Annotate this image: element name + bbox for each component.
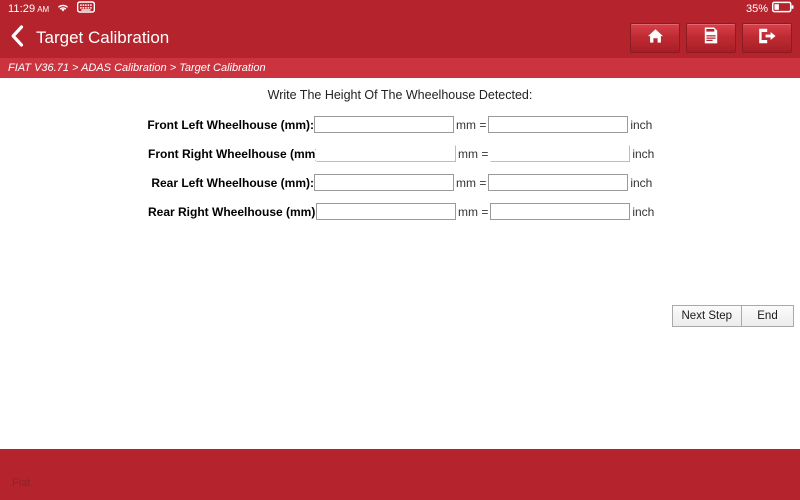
rear-right-label: Rear Right Wheelhouse (mm): <box>148 204 320 219</box>
keyboard-icon <box>77 0 96 18</box>
report-button[interactable] <box>686 23 736 53</box>
exit-button[interactable] <box>742 23 792 53</box>
rear-right-inch-unit: inch <box>632 204 655 219</box>
home-button[interactable] <box>630 23 680 53</box>
wheelhouse-form: Front Left Wheelhouse (mm): mm = inch Fr… <box>0 110 800 226</box>
front-left-mm-unit: mm = <box>456 117 487 132</box>
footer-bar: Fiat <box>0 449 800 500</box>
rear-left-mm-input[interactable] <box>314 174 454 191</box>
breadcrumb-text: FIAT V36.71 > ADAS Calibration > Target … <box>8 62 266 74</box>
next-step-button[interactable]: Next Step <box>671 305 742 327</box>
front-right-inch-unit: inch <box>632 146 655 161</box>
action-button-bar: Next Step End <box>671 305 794 327</box>
status-bar: 11:29 AM 35% <box>0 0 800 18</box>
front-right-mm-unit: mm = <box>458 146 489 161</box>
back-button[interactable] <box>0 18 34 58</box>
battery-percent-label: 35% <box>745 3 768 15</box>
chevron-left-icon <box>9 24 25 53</box>
rear-right-inch-input[interactable] <box>490 203 631 220</box>
rear-right-mm-input[interactable] <box>316 203 456 220</box>
table-row: Rear Right Wheelhouse (mm): mm = inch <box>0 197 800 226</box>
instruction-text: Write The Height Of The Wheelhouse Detec… <box>267 88 533 102</box>
status-time: 11:29 <box>8 3 36 15</box>
front-right-mm-input[interactable] <box>316 145 456 162</box>
front-right-label: Front Right Wheelhouse (mm): <box>148 146 324 161</box>
rear-left-mm-unit: mm = <box>456 175 487 190</box>
table-row: Front Right Wheelhouse (mm): mm = inch <box>0 139 800 168</box>
table-row: Rear Left Wheelhouse (mm): mm = inch <box>0 168 800 197</box>
status-clock: 11:29 AM <box>8 3 49 15</box>
front-left-inch-input[interactable] <box>488 116 629 133</box>
front-right-inch-input[interactable] <box>490 145 631 162</box>
status-bar-left: 11:29 AM <box>8 0 96 18</box>
rear-right-mm-unit: mm = <box>458 204 489 219</box>
rear-left-label: Rear Left Wheelhouse (mm): <box>151 175 314 190</box>
front-left-inch-unit: inch <box>630 117 653 132</box>
page-title: Target Calibration <box>36 28 170 47</box>
exit-icon <box>757 27 777 50</box>
front-left-mm-input[interactable] <box>314 116 454 133</box>
breadcrumb: FIAT V36.71 > ADAS Calibration > Target … <box>0 58 800 78</box>
content-area: Write The Height Of The Wheelhouse Detec… <box>0 78 800 449</box>
wifi-icon <box>56 0 70 18</box>
app-root: 11:29 AM 35% Target Calibration FIAT V36… <box>0 0 800 500</box>
title-bar-actions <box>630 23 800 53</box>
rear-left-inch-unit: inch <box>630 175 653 190</box>
adas-report-icon <box>703 26 719 50</box>
battery-icon <box>771 0 794 18</box>
title-bar: Target Calibration <box>0 18 800 58</box>
table-row: Front Left Wheelhouse (mm): mm = inch <box>0 110 800 139</box>
status-bar-right: 35% <box>746 0 794 18</box>
status-ampm: AM <box>37 5 50 14</box>
front-left-label: Front Left Wheelhouse (mm): <box>147 117 314 132</box>
end-button[interactable]: End <box>742 305 794 327</box>
brand-label: Fiat <box>12 476 31 489</box>
home-icon <box>646 27 665 50</box>
rear-left-inch-input[interactable] <box>488 174 629 191</box>
